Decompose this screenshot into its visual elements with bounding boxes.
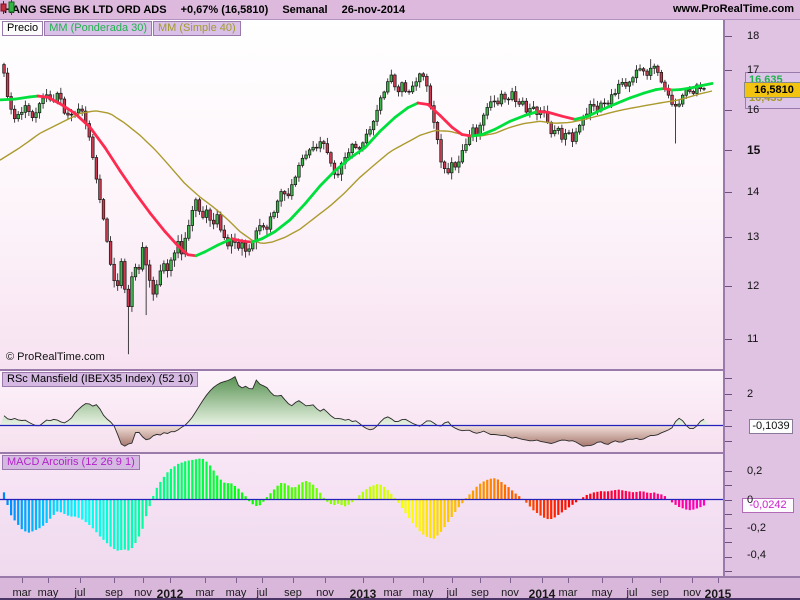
time-tick <box>363 578 364 583</box>
time-axis[interactable]: mar may jul sep nov 2012 mar may jul sep nov 2013 ma… <box>0 576 800 600</box>
time-tick <box>568 578 569 583</box>
month-label: nov <box>316 587 334 599</box>
time-tick <box>293 578 294 583</box>
legend-ma-ponderada-30[interactable]: MM (Ponderada 30) <box>44 21 153 36</box>
price-tick <box>725 286 732 287</box>
month-label: nov <box>501 587 519 599</box>
time-tick <box>22 578 23 583</box>
month-label: may <box>37 587 59 599</box>
price-tick-label: 11 <box>747 333 759 345</box>
copyright-watermark: © ProRealTime.com <box>6 351 105 363</box>
time-tick <box>660 578 661 583</box>
date-label: 26-nov-2014 <box>341 3 406 16</box>
month-label: sep <box>284 587 302 599</box>
timeframe-label[interactable]: Semanal <box>282 4 327 16</box>
time-tick <box>632 578 633 583</box>
time-tick <box>692 578 693 583</box>
rsc-area-series <box>0 376 710 447</box>
rsc-current-value: -0,1039 <box>749 419 793 434</box>
prorealtime-chart-window: HANG SENG BK LTD ORD ADS +0,67% (16,5810… <box>0 0 800 600</box>
macd-tick <box>725 556 732 558</box>
time-tick <box>325 578 326 583</box>
macd-tick-label: -0,4 <box>747 549 766 561</box>
time-tick <box>718 578 719 583</box>
macd-tick <box>725 513 732 515</box>
rsc-tick <box>725 425 732 427</box>
candlestick-icon <box>0 0 15 15</box>
macd-tick-label: -0,2 <box>747 522 766 534</box>
price-tick <box>725 150 732 151</box>
time-tick <box>452 578 453 583</box>
price-tick <box>725 110 732 111</box>
chart-legend: Precio MM (Ponderada 30) MM (Simple 40) <box>2 21 241 36</box>
website-watermark: www.ProRealTime.com <box>672 3 794 15</box>
month-label: mar <box>558 587 578 599</box>
candles-layer <box>2 59 706 355</box>
price-tick-label: 18 <box>747 30 760 42</box>
year-label: 2015 <box>704 587 732 600</box>
macd-arcoiris-panel[interactable]: MACD Arcoiris (12 26 9 1) <box>0 454 723 576</box>
price-tick <box>725 70 732 71</box>
price-axis-column[interactable]: 16,635 16,433 16,5810 -0,1039 -0,0242 18… <box>723 20 800 576</box>
price-tick-label: 16 <box>747 104 760 116</box>
rsc-tick <box>725 378 732 380</box>
price-chart-canvas[interactable] <box>0 20 723 369</box>
price-tick-label: 14 <box>747 186 760 198</box>
time-tick <box>80 578 81 583</box>
macd-tick <box>725 570 732 572</box>
time-tick <box>480 578 481 583</box>
time-tick <box>542 578 543 583</box>
macd-tick <box>725 499 732 501</box>
price-tick-label: 17 <box>747 64 760 76</box>
time-tick <box>170 578 171 583</box>
month-label: jul <box>74 587 86 599</box>
year-label: 2012 <box>156 587 184 600</box>
title-bar: HANG SENG BK LTD ORD ADS +0,67% (16,5810… <box>0 0 800 20</box>
price-tick <box>725 237 732 238</box>
macd-tick-label: 0 <box>747 493 754 506</box>
time-tick <box>48 578 49 583</box>
price-tick-label: 12 <box>747 280 760 292</box>
macd-tick-label: 0,2 <box>747 465 763 477</box>
macd-tick <box>725 471 732 472</box>
legend-ma-simple-40[interactable]: MM (Simple 40) <box>153 21 241 36</box>
price-tick <box>725 36 732 37</box>
price-tick <box>725 192 732 193</box>
rsc-tick <box>725 441 732 443</box>
macd-tick <box>725 542 732 544</box>
macd-canvas[interactable] <box>0 454 723 576</box>
rsc-tick <box>725 409 732 411</box>
time-tick <box>423 578 424 583</box>
last-price-badge: 16,5810 <box>744 82 800 98</box>
instrument-title: HANG SENG BK LTD ORD ADS <box>4 3 167 16</box>
month-label: sep <box>651 587 669 599</box>
macd-tick <box>725 485 732 487</box>
rsc-mansfield-panel[interactable]: RSc Mansfield (IBEX35 Index) (52 10) <box>0 371 723 452</box>
price-change: +0,67% (16,5810) <box>180 3 269 16</box>
price-tick-label: 13 <box>747 231 760 243</box>
rsc-indicator-label[interactable]: RSc Mansfield (IBEX35 Index) (52 10) <box>2 372 199 387</box>
rsc-tick <box>725 394 732 395</box>
macd-indicator-label[interactable]: MACD Arcoiris (12 26 9 1) <box>2 455 140 470</box>
rsc-tick-label: 2 <box>747 388 754 400</box>
time-tick <box>602 578 603 583</box>
time-tick <box>205 578 206 583</box>
macd-histogram <box>2 458 706 551</box>
macd-tick <box>725 528 732 529</box>
time-tick <box>262 578 263 583</box>
legend-price[interactable]: Precio <box>2 21 44 36</box>
price-tick <box>725 339 732 340</box>
price-chart-panel[interactable]: Precio MM (Ponderada 30) MM (Simple 40) … <box>0 20 723 369</box>
time-tick <box>143 578 144 583</box>
time-tick <box>393 578 394 583</box>
time-tick <box>510 578 511 583</box>
price-tick-label: 15 <box>747 143 761 157</box>
time-tick <box>114 578 115 583</box>
time-tick <box>236 578 237 583</box>
